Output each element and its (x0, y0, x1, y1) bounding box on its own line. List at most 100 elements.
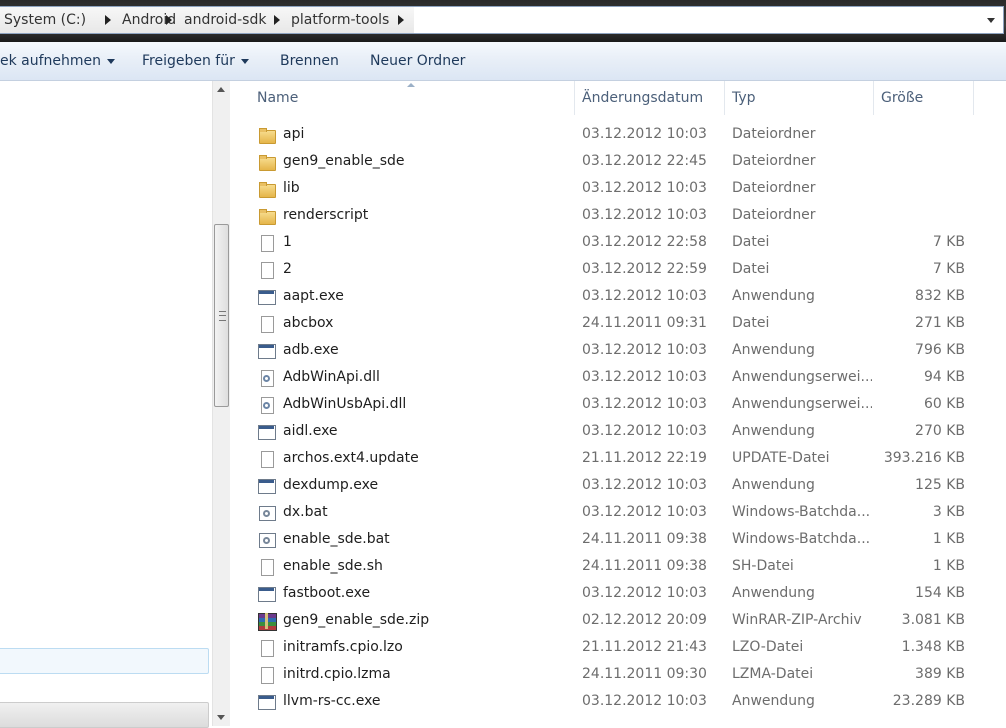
file-name: renderscript (283, 207, 369, 223)
file-row[interactable]: enable_sde.bat 24.11.2011 09:38 Windows-Ba… (231, 526, 1006, 553)
file-row[interactable]: lib 03.12.2012 10:03 Dateiordner (231, 175, 1006, 202)
file-icon (258, 558, 276, 576)
file-row[interactable]: initrd.cpio.lzma 24.11.2011 09:30 LZMA-Dat… (231, 661, 1006, 688)
column-header-name[interactable]: Name (257, 81, 298, 115)
file-row[interactable]: AdbWinUsbApi.dll 03.12.2012 10:03 Anwendun… (231, 391, 1006, 418)
file-size: 1 KB (932, 558, 965, 574)
file-size: 7 KB (932, 261, 965, 277)
file-size: 393.216 KB (883, 450, 965, 466)
file-name: lib (283, 180, 300, 196)
file-row[interactable]: abcbox 24.11.2011 09:31 Datei 271 KB (231, 310, 1006, 337)
column-header-type[interactable]: Typ (732, 81, 756, 115)
file-name: initrd.cpio.lzma (283, 666, 391, 682)
file-name: AdbWinUsbApi.dll (283, 396, 407, 412)
breadcrumb-item-platform-tools[interactable]: platform-tools (291, 7, 389, 33)
file-type: Anwendung (732, 342, 815, 358)
file-type: UPDATE-Datei (732, 450, 830, 466)
file-date: 03.12.2012 10:03 (582, 369, 707, 385)
folder-icon (258, 207, 276, 225)
file-row[interactable]: dexdump.exe 03.12.2012 10:03 Anwendung 125 … (231, 472, 1006, 499)
breadcrumb-chevron-icon[interactable] (268, 7, 286, 33)
column-header-date[interactable]: Änderungsdatum (582, 81, 703, 115)
burn-button[interactable]: Brennen (280, 42, 339, 80)
scrollbar-thumb[interactable] (214, 224, 229, 407)
file-list: Name Änderungsdatum Typ Größe api 03.12.2… (231, 81, 1006, 726)
file-type: SH-Datei (732, 558, 794, 574)
navigation-pane (0, 81, 212, 728)
file-row[interactable]: gen9_enable_sde 03.12.2012 22:45 Dateiordn… (231, 148, 1006, 175)
file-type: LZO-Datei (732, 639, 804, 655)
file-row[interactable]: adb.exe 03.12.2012 10:03 Anwendung 796 KB (231, 337, 1006, 364)
address-dropdown-icon[interactable] (983, 7, 999, 33)
file-row[interactable]: enable_sde.sh 24.11.2011 09:38 SH-Datei 1 K… (231, 553, 1006, 580)
file-row[interactable]: AdbWinApi.dll 03.12.2012 10:03 Anwendungse… (231, 364, 1006, 391)
sort-ascending-icon (407, 83, 415, 87)
file-row[interactable]: llvm-rs-cc.exe 03.12.2012 10:03 Anwendung 2… (231, 688, 1006, 715)
file-row[interactable]: fastboot.exe 03.12.2012 10:03 Anwendung 154… (231, 580, 1006, 607)
share-with-label: Freigeben für (142, 53, 235, 69)
bat-icon (258, 504, 276, 522)
file-row[interactable]: renderscript 03.12.2012 10:03 Dateiordner (231, 202, 1006, 229)
address-bar[interactable]: System (C:) Android android-sdk platform… (0, 6, 1004, 34)
column-divider[interactable] (724, 81, 725, 115)
breadcrumb-chevron-icon[interactable] (392, 7, 410, 33)
file-size: 389 KB (915, 666, 965, 682)
file-type: Windows-Batchda... (732, 531, 871, 547)
file-row[interactable]: dx.bat 03.12.2012 10:03 Windows-Batchda...… (231, 499, 1006, 526)
file-size: 796 KB (915, 342, 965, 358)
file-row[interactable]: api 03.12.2012 10:03 Dateiordner (231, 121, 1006, 148)
command-bar: ek aufnehmen Freigeben für Brennen Neuer… (0, 42, 1006, 81)
column-divider[interactable] (574, 81, 575, 115)
file-type: Anwendung (732, 693, 815, 709)
new-folder-label: Neuer Ordner (370, 53, 466, 69)
file-row[interactable]: archos.ext4.update 21.11.2012 22:19 UPDATE… (231, 445, 1006, 472)
file-date: 21.11.2012 22:19 (582, 450, 707, 466)
column-header-size[interactable]: Größe (881, 81, 923, 115)
file-row[interactable]: aidl.exe 03.12.2012 10:03 Anwendung 270 KB (231, 418, 1006, 445)
file-row[interactable]: aapt.exe 03.12.2012 10:03 Anwendung 832 KB (231, 283, 1006, 310)
nav-selected-item[interactable] (0, 648, 209, 674)
nav-scrollbar[interactable] (212, 81, 230, 726)
file-icon (258, 450, 276, 468)
file-date: 03.12.2012 10:03 (582, 342, 707, 358)
file-size: 3 KB (932, 504, 965, 520)
column-divider[interactable] (873, 81, 874, 115)
exe-icon (258, 423, 276, 441)
file-icon (258, 261, 276, 279)
new-folder-button[interactable]: Neuer Ordner (370, 42, 465, 80)
file-date: 03.12.2012 10:03 (582, 585, 707, 601)
file-type: Anwendung (732, 585, 815, 601)
file-name: adb.exe (283, 342, 339, 358)
scroll-up-icon[interactable] (213, 81, 230, 98)
file-icon (258, 639, 276, 657)
file-date: 03.12.2012 10:03 (582, 207, 707, 223)
file-type: Anwendung (732, 477, 815, 493)
file-date: 03.12.2012 10:03 (582, 477, 707, 493)
breadcrumb-item-system-c[interactable]: System (C:) (4, 7, 86, 33)
scroll-down-icon[interactable] (213, 709, 230, 726)
file-row[interactable]: initramfs.cpio.lzo 21.11.2012 21:43 LZO-Da… (231, 634, 1006, 661)
file-row[interactable]: 1 03.12.2012 22:58 Datei 7 KB (231, 229, 1006, 256)
file-name: archos.ext4.update (283, 450, 419, 466)
file-name: dx.bat (283, 504, 328, 520)
file-row[interactable]: 2 03.12.2012 22:59 Datei 7 KB (231, 256, 1006, 283)
file-date: 03.12.2012 10:03 (582, 180, 707, 196)
nav-item[interactable] (0, 702, 209, 728)
breadcrumb-item-android-sdk[interactable]: android-sdk (184, 7, 266, 33)
file-type: Datei (732, 315, 770, 331)
file-size: 832 KB (915, 288, 965, 304)
file-row[interactable]: gen9_enable_sde.zip 02.12.2012 20:09 WinRA… (231, 607, 1006, 634)
folder-icon (258, 180, 276, 198)
breadcrumb-chevron-icon[interactable] (99, 7, 117, 33)
include-in-library-button[interactable]: ek aufnehmen (0, 42, 116, 80)
file-icon (258, 666, 276, 684)
file-date: 03.12.2012 22:45 (582, 153, 707, 169)
file-name: gen9_enable_sde.zip (283, 612, 430, 628)
folder-icon (258, 126, 276, 144)
share-with-button[interactable]: Freigeben für (142, 42, 249, 80)
file-date: 24.11.2011 09:38 (582, 531, 707, 547)
file-type: Datei (732, 234, 770, 250)
column-divider[interactable] (973, 81, 974, 115)
breadcrumb-chevron-icon[interactable] (160, 7, 178, 33)
file-size: 270 KB (915, 423, 965, 439)
